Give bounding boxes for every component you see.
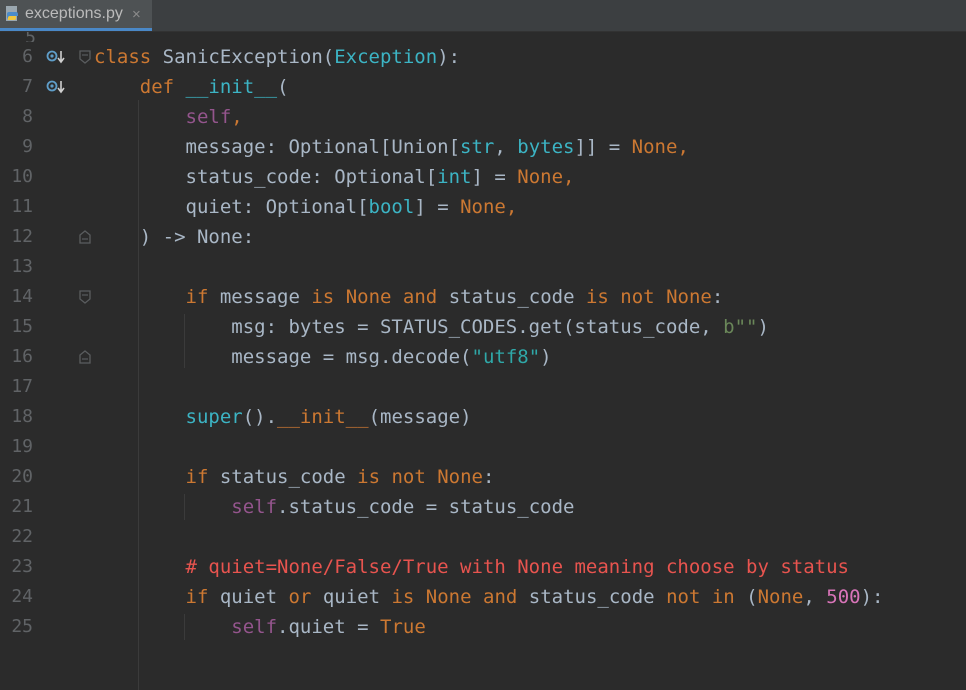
code-line[interactable]: 22 — [0, 522, 966, 552]
fold-marker-icon[interactable] — [78, 349, 92, 365]
partial-line-number: 5 — [0, 32, 36, 42]
code-line[interactable]: 7 def __init__( — [0, 72, 966, 102]
tab-exceptions-py[interactable]: exceptions.py × — [0, 0, 152, 31]
code-line[interactable]: 20 if status_code is not None: — [0, 462, 966, 492]
code-line[interactable]: 24 if quiet or quiet is None and status_… — [0, 582, 966, 612]
code-text: self.status_code = status_code — [231, 496, 575, 518]
code-line[interactable]: 23 # quiet=None/False/True with None mea… — [0, 552, 966, 582]
line-number: 16 — [11, 346, 33, 367]
code-text: status_code: Optional[int] = None, — [94, 166, 575, 188]
indent-guide — [138, 100, 139, 690]
code-line[interactable]: 11 quiet: Optional[bool] = None, — [0, 192, 966, 222]
code-text: message: Optional[Union[str, bytes]] = N… — [94, 136, 689, 158]
line-number: 21 — [11, 496, 33, 517]
code-line[interactable]: 10 status_code: Optional[int] = None, — [0, 162, 966, 192]
line-number: 12 — [11, 226, 33, 247]
line-number: 20 — [11, 466, 33, 487]
code-line[interactable]: 25 self.quiet = True — [0, 612, 966, 642]
fold-marker-icon[interactable] — [78, 289, 92, 305]
code-text: class SanicException(Exception): — [94, 46, 461, 68]
line-number: 22 — [11, 526, 33, 547]
tab-filename: exceptions.py — [25, 5, 123, 22]
code-editor[interactable]: 5 6 class SanicException(Exception): 7 def… — [0, 32, 966, 690]
code-line[interactable]: 17 — [0, 372, 966, 402]
code-text: def __init__( — [139, 76, 289, 98]
line-number: 18 — [11, 406, 33, 427]
line-number: 13 — [11, 256, 33, 277]
line-number: 7 — [22, 76, 33, 97]
code-line[interactable]: 13 — [0, 252, 966, 282]
code-text: if quiet or quiet is None and status_cod… — [185, 586, 884, 608]
code-text: self, — [185, 106, 243, 128]
editor-tab-bar: exceptions.py × — [0, 0, 966, 32]
line-number: 17 — [11, 376, 33, 397]
code-line[interactable]: 16 message = msg.decode("utf8") — [0, 342, 966, 372]
code-text: if status_code is not None: — [185, 466, 495, 488]
indent-guide — [184, 314, 185, 368]
code-text: super().__init__(message) — [185, 406, 472, 428]
code-line[interactable]: 14 if message is None and status_code is… — [0, 282, 966, 312]
code-line[interactable]: 9 message: Optional[Union[str, bytes]] =… — [0, 132, 966, 162]
code-text: msg: bytes = STATUS_CODES.get(status_cod… — [94, 316, 769, 338]
line-number: 15 — [11, 316, 33, 337]
code-text: quiet: Optional[bool] = None, — [94, 196, 518, 218]
code-line[interactable]: 19 — [0, 432, 966, 462]
close-tab-icon[interactable]: × — [132, 6, 141, 23]
line-number: 11 — [11, 196, 33, 217]
code-text: self.quiet = True — [231, 616, 426, 638]
code-line[interactable]: 18 super().__init__(message) — [0, 402, 966, 432]
code-text: # quiet=None/False/True with None meanin… — [185, 556, 849, 578]
line-number: 9 — [22, 136, 33, 157]
code-line[interactable]: 6 class SanicException(Exception): — [0, 42, 966, 72]
code-line[interactable]: 21 self.status_code = status_code — [0, 492, 966, 522]
code-text: ) -> None: — [94, 226, 255, 248]
indent-guide — [184, 494, 185, 520]
line-number: 25 — [11, 616, 33, 637]
line-number: 14 — [11, 286, 33, 307]
line-number: 8 — [22, 106, 33, 127]
python-file-icon — [6, 6, 18, 21]
code-line[interactable]: 8 self, — [0, 102, 966, 132]
line-number: 24 — [11, 586, 33, 607]
code-text: message = msg.decode("utf8") — [94, 346, 552, 368]
line-number: 19 — [11, 436, 33, 457]
line-number: 23 — [11, 556, 33, 577]
override-method-icon[interactable] — [46, 79, 68, 95]
code-text: if message is None and status_code is no… — [185, 286, 724, 308]
line-number: 6 — [22, 46, 33, 67]
line-number: 10 — [11, 166, 33, 187]
code-line[interactable]: 15 msg: bytes = STATUS_CODES.get(status_… — [0, 312, 966, 342]
indent-guide — [184, 614, 185, 640]
fold-marker-icon[interactable] — [78, 49, 92, 65]
fold-marker-icon[interactable] — [78, 229, 92, 245]
override-method-icon[interactable] — [46, 49, 68, 65]
code-line[interactable]: 12 ) -> None: — [0, 222, 966, 252]
